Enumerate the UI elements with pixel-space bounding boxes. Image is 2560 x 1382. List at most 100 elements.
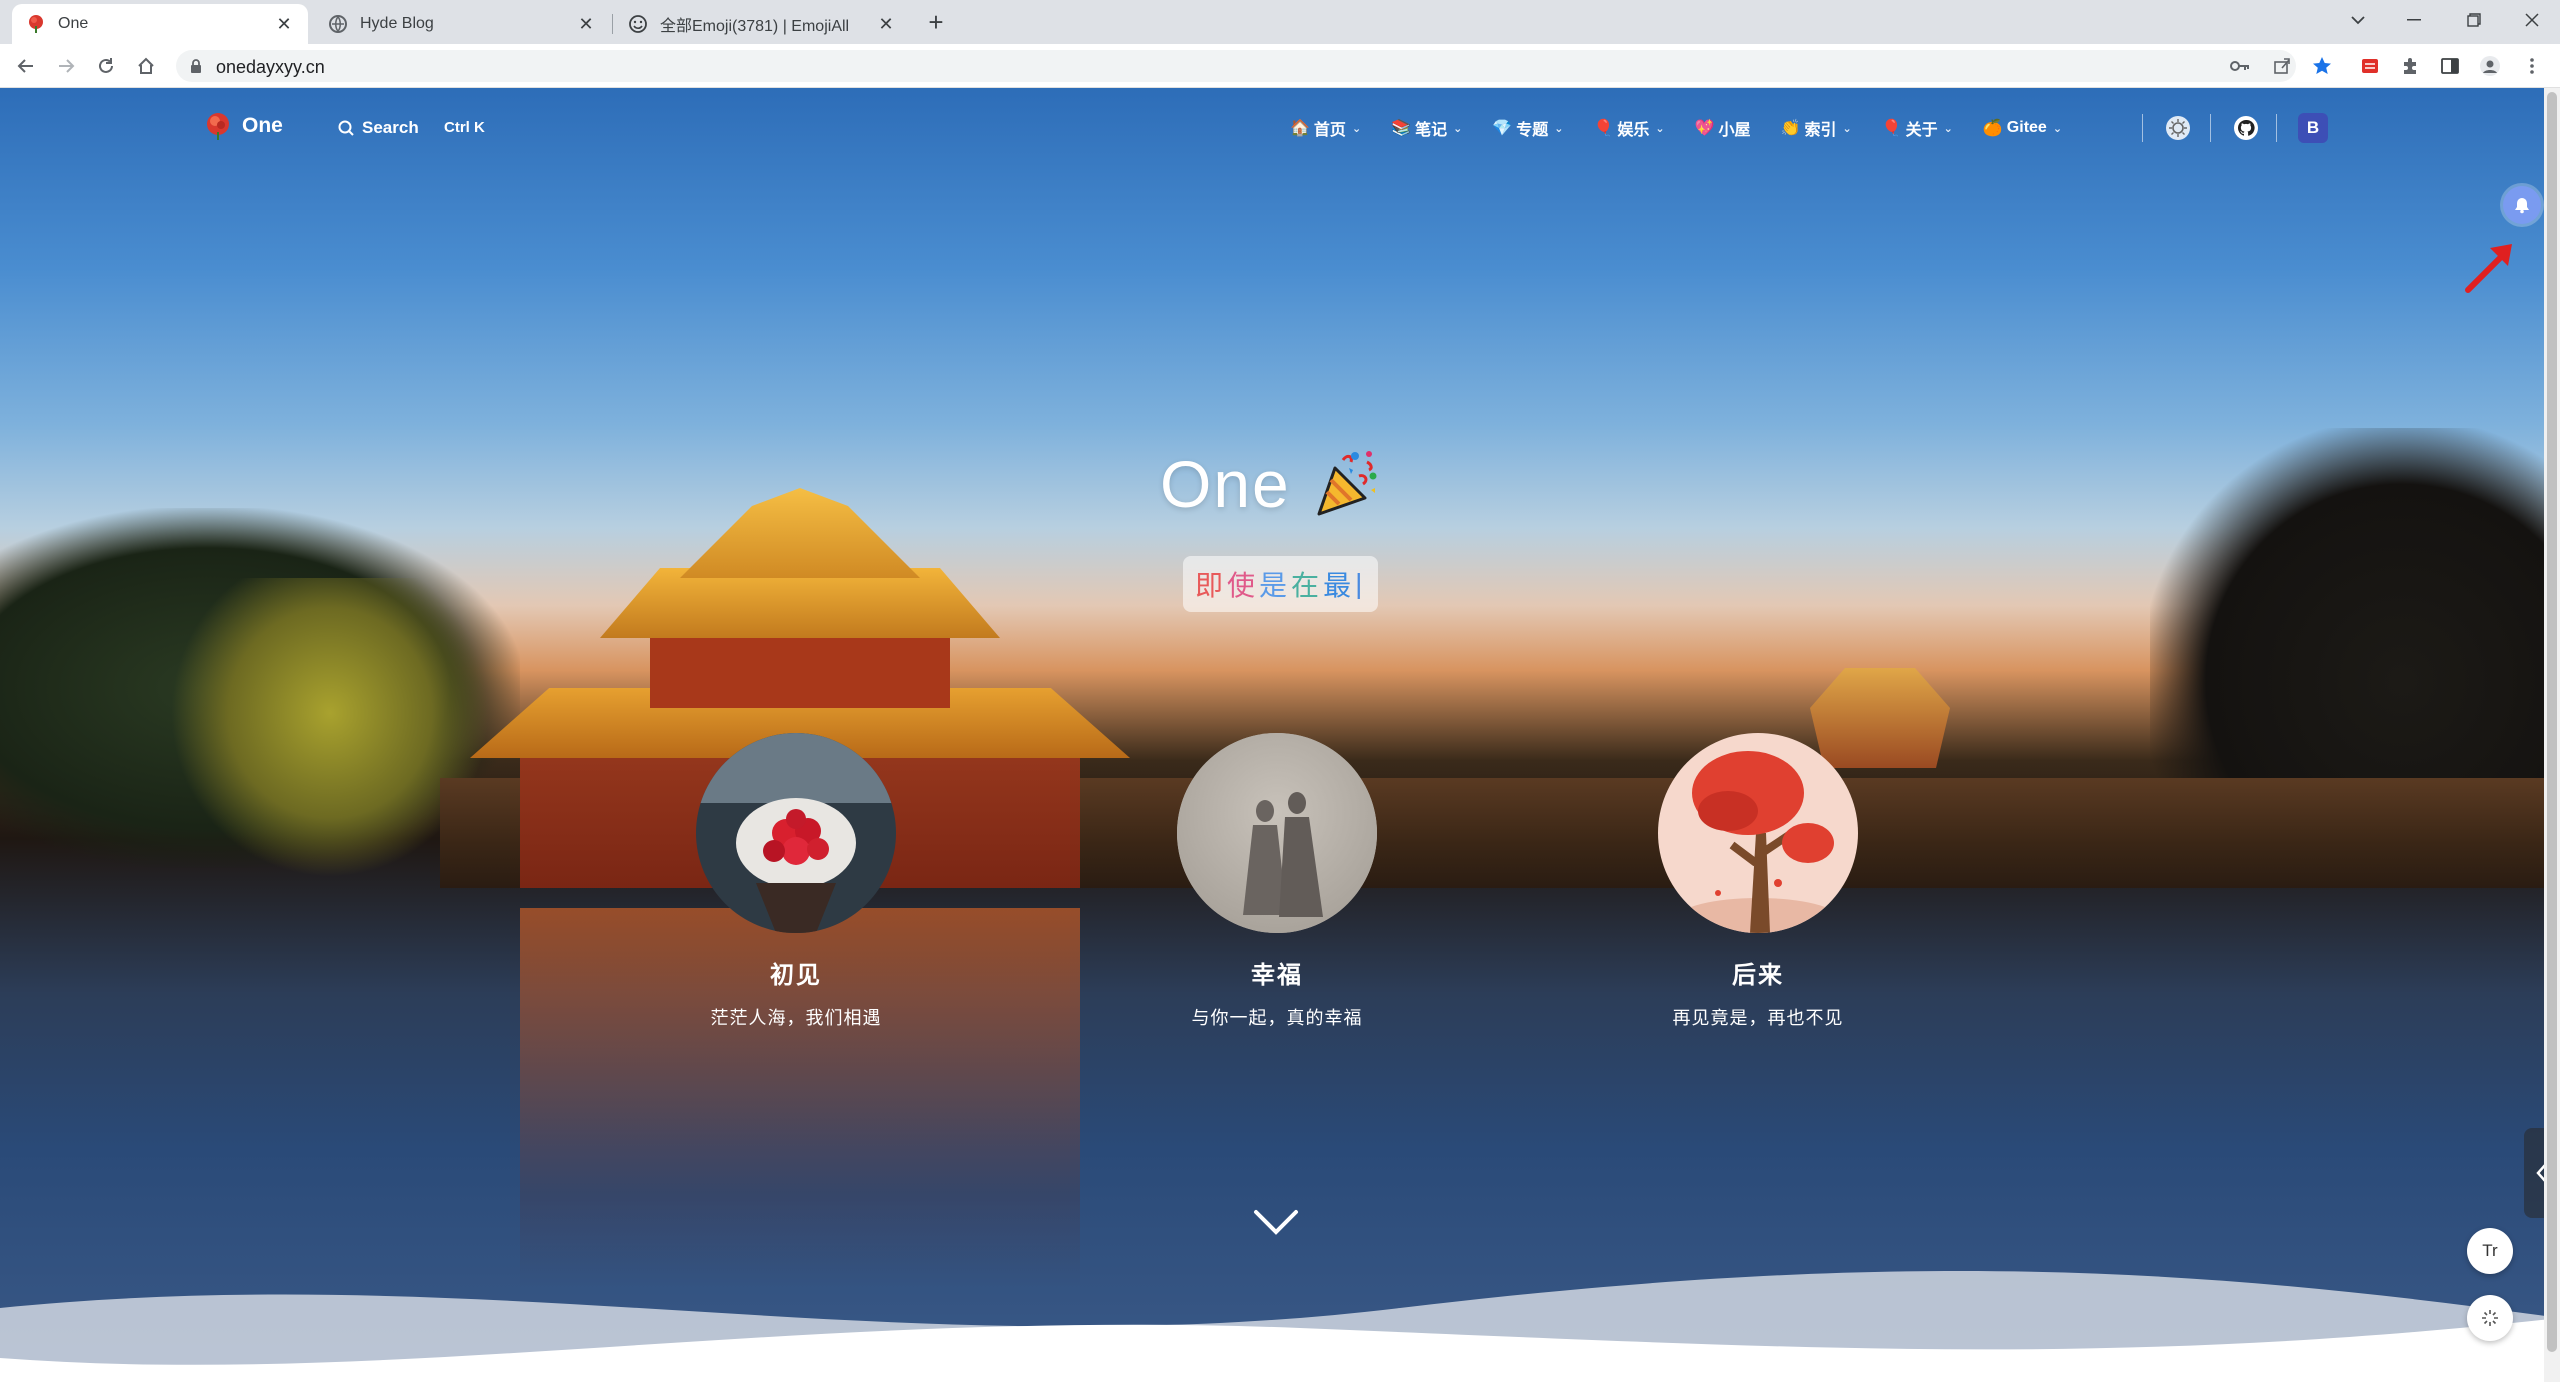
card-title: 幸福 <box>1251 962 1303 989</box>
more-menu-icon[interactable] <box>2518 52 2546 80</box>
new-tab-button[interactable]: + <box>922 8 950 36</box>
typing-char: 是 <box>1259 570 1292 601</box>
menu-emoji-icon: 🍊 <box>1982 120 2003 137</box>
password-key-icon[interactable] <box>2226 52 2254 80</box>
card-image-tree <box>1658 733 1858 933</box>
menu-label: 首页 <box>1313 122 1346 139</box>
user-avatar-button[interactable]: B <box>2298 113 2328 143</box>
theme-toggle-icon[interactable] <box>2164 114 2192 142</box>
chevron-down-icon: ⌄ <box>1842 122 1852 135</box>
search-icon <box>338 120 354 136</box>
close-tab-icon[interactable]: ✕ <box>274 14 294 34</box>
nav-menu-item[interactable]: 💖 小屋 <box>1695 116 1751 140</box>
menu-label: 关于 <box>1905 122 1938 139</box>
tab-title: Hyde Blog <box>360 15 434 32</box>
typing-char: 即 <box>1195 570 1228 601</box>
menu-emoji-icon: 📚 <box>1391 120 1412 137</box>
tab-title: One <box>58 15 89 32</box>
notification-bell-button[interactable] <box>2503 186 2541 224</box>
restore-icon[interactable] <box>2446 0 2502 40</box>
typing-char: 在 <box>1291 570 1324 601</box>
card-title: 后来 <box>1732 962 1784 989</box>
chevron-down-icon: ⌄ <box>1351 122 1362 135</box>
tab-hyde-blog[interactable]: Hyde Blog ✕ <box>314 4 610 44</box>
share-icon[interactable] <box>2268 52 2296 80</box>
rose-logo-icon <box>207 113 229 140</box>
font-size-button[interactable]: Tr <box>2467 1228 2513 1274</box>
card-title: 初见 <box>770 962 822 989</box>
close-tab-icon[interactable]: ✕ <box>576 14 596 34</box>
nav-menu-item[interactable]: 🍊 Gitee ⌄ <box>1983 118 2062 138</box>
card-afterwards[interactable]: 后来 再见竟是，再也不见 <box>1658 733 1858 1030</box>
menu-label: 索引 <box>1804 122 1837 139</box>
card-subtitle: 再见竟是，再也不见 <box>1672 1008 1844 1028</box>
github-icon[interactable] <box>2232 114 2260 142</box>
search-button[interactable]: Search <box>338 118 419 138</box>
chevron-down-icon: ⌄ <box>1453 122 1463 135</box>
card-happiness[interactable]: 幸福 与你一起，真的幸福 <box>1177 733 1377 1030</box>
tab-title: 全部Emoji(3781) | EmojiAll <box>660 18 850 35</box>
hero-title-text: One <box>1160 447 1291 521</box>
extension-red-icon[interactable] <box>2356 52 2384 80</box>
menu-label: 小屋 <box>1718 122 1751 139</box>
typing-char: 使 <box>1227 570 1260 601</box>
page-scrollbar[interactable] <box>2544 88 2560 1382</box>
party-popper-icon <box>1317 451 1377 516</box>
menu-label: 笔记 <box>1415 122 1448 139</box>
chevron-down-icon: ⌄ <box>1655 122 1665 135</box>
scroll-down-chevron-icon[interactable] <box>1252 1208 1300 1238</box>
browser-toolbar: onedayxyy.cn <box>0 44 2560 88</box>
minimize-icon[interactable] <box>2386 0 2442 40</box>
nav-menu-item[interactable]: 📚 笔记 ⌄ <box>1391 116 1462 140</box>
menu-emoji-icon: 💎 <box>1492 120 1513 137</box>
menu-emoji-icon: 🎈 <box>1881 120 1902 137</box>
typing-char: 最 <box>1323 570 1356 601</box>
chevron-down-icon: ⌄ <box>1554 122 1564 135</box>
lock-icon <box>190 58 202 79</box>
bell-icon <box>2515 198 2529 214</box>
wave-decoration-front <box>0 1318 2560 1382</box>
rose-favicon-icon <box>26 14 46 34</box>
tab-strip: One ✕ Hyde Blog ✕ 全部Emoji(3781) | EmojiA… <box>0 0 2560 44</box>
menu-label: 专题 <box>1516 122 1549 139</box>
tab-one[interactable]: One ✕ <box>12 4 308 44</box>
search-label: Search <box>362 118 419 137</box>
close-tab-icon[interactable]: ✕ <box>876 14 896 34</box>
tab-emojiall[interactable]: 全部Emoji(3781) | EmojiAll ✕ <box>614 4 910 44</box>
nav-menu-item[interactable]: 🏠 首页 ⌄ <box>1290 116 1361 140</box>
main-menu: 🏠 首页 ⌄ 📚 笔记 ⌄ 💎 专题 ⌄ 🎈 娱乐 ⌄ 💖 小屋 👏 索引 ⌄ 🎈 关于 ⌄ 🍊 Gitee ⌄ <box>1290 116 2092 140</box>
card-subtitle: 与你一起，真的幸福 <box>1191 1008 1363 1028</box>
home-icon[interactable] <box>132 52 160 80</box>
url-text: onedayxyy.cn <box>216 57 325 77</box>
site-navbar: One Search Ctrl K 🏠 首页 ⌄ 📚 笔记 ⌄ 💎 专题 ⌄ 🎈 娱乐 ⌄ 💖 小屋 👏 索引… <box>0 88 2560 168</box>
forward-arrow-icon[interactable] <box>52 52 80 80</box>
reload-icon[interactable] <box>92 52 120 80</box>
settings-sparkle-button[interactable] <box>2467 1295 2513 1341</box>
tab-search-chevron-icon[interactable] <box>2330 0 2386 40</box>
brand-name: One <box>242 114 283 137</box>
menu-emoji-icon: 👏 <box>1780 120 1801 137</box>
nav-menu-item[interactable]: 🎈 娱乐 ⌄ <box>1593 116 1664 140</box>
nav-menu-item[interactable]: 💎 专题 ⌄ <box>1492 116 1563 140</box>
menu-emoji-icon: 🏠 <box>1290 120 1310 137</box>
menu-emoji-icon: 💖 <box>1694 120 1715 137</box>
address-bar[interactable]: onedayxyy.cn <box>176 50 2296 82</box>
page-viewport: One Search Ctrl K 🏠 首页 ⌄ 📚 笔记 ⌄ 💎 专题 ⌄ 🎈 娱乐 ⌄ 💖 小屋 👏 索引… <box>0 88 2560 1382</box>
nav-menu-item[interactable]: 🎈 关于 ⌄ <box>1882 116 1953 140</box>
profile-avatar-icon[interactable] <box>2476 52 2504 80</box>
hero-title: One <box>1160 446 1400 522</box>
extensions-puzzle-icon[interactable] <box>2396 52 2424 80</box>
typewriter-subtitle: 即 使 是 在 最 | <box>1183 556 1379 612</box>
typing-cursor: | <box>1355 568 1367 599</box>
globe-favicon-icon <box>328 14 348 34</box>
card-first-meet[interactable]: 初见 茫茫人海，我们相遇 <box>696 733 896 1030</box>
brand-link[interactable]: One <box>204 112 283 140</box>
nav-menu-item[interactable]: 👏 索引 ⌄ <box>1781 116 1852 140</box>
side-panel-icon[interactable] <box>2436 52 2464 80</box>
close-window-icon[interactable] <box>2504 0 2560 40</box>
chevron-down-icon: ⌄ <box>1943 122 1953 135</box>
bookmark-star-icon[interactable] <box>2308 52 2336 80</box>
search-shortcut: Ctrl K <box>444 119 485 136</box>
back-arrow-icon[interactable] <box>12 52 40 80</box>
menu-label: 娱乐 <box>1617 122 1650 139</box>
